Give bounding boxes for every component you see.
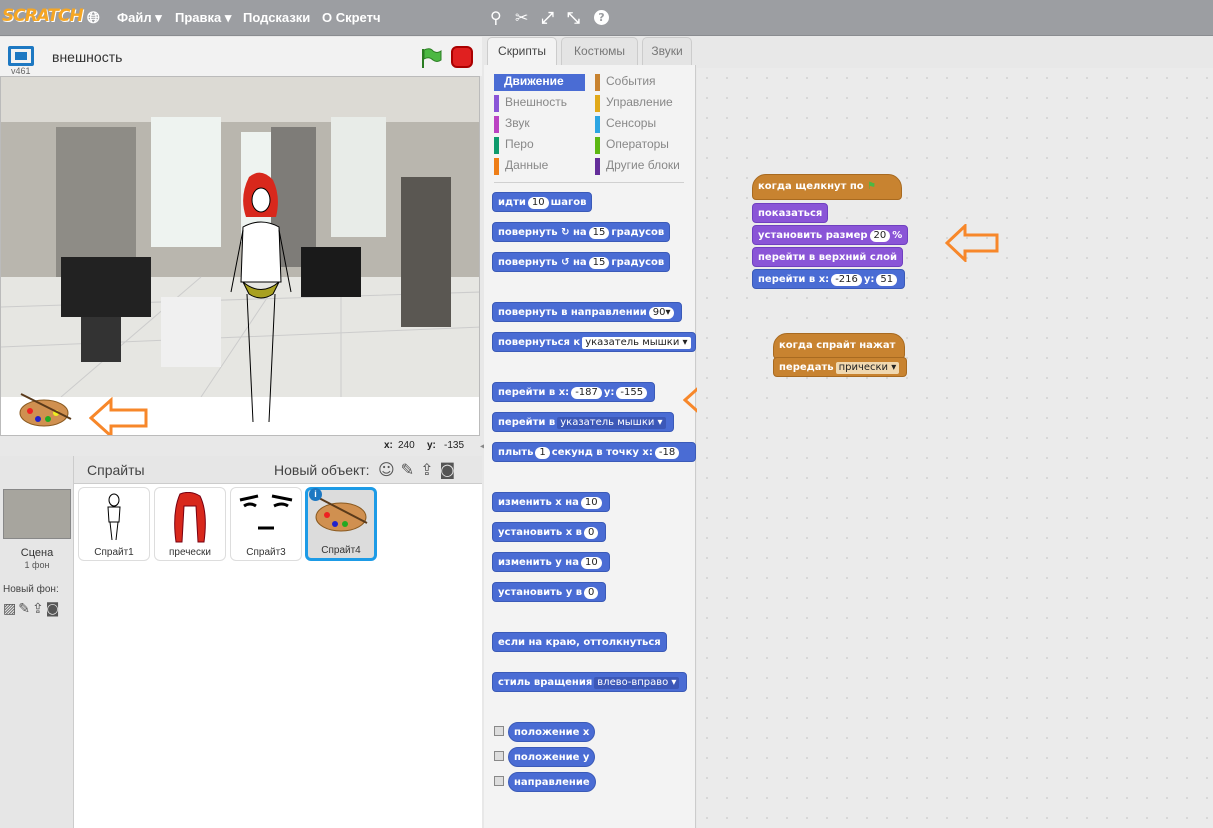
shrink-icon[interactable]: ⤡: [567, 8, 580, 28]
tab-costumes[interactable]: Костюмы: [561, 37, 638, 65]
checkbox-x-position[interactable]: [494, 726, 504, 736]
category-events[interactable]: События: [595, 74, 656, 91]
fullscreen-icon[interactable]: [8, 46, 34, 66]
palette-sprite[interactable]: [16, 389, 76, 429]
x-label: x:: [384, 440, 393, 451]
block-set-size[interactable]: установить размер 20%: [752, 225, 909, 245]
scene-backdrop-count: 1 фон: [24, 560, 50, 570]
duplicate-icon[interactable]: ⚲: [490, 8, 502, 27]
sprite-thumb-1[interactable]: Спрайт1: [78, 487, 150, 561]
scratch-logo[interactable]: SCRATCH: [2, 6, 84, 26]
category-operators[interactable]: Операторы: [595, 137, 669, 154]
sprites-title: Спрайты: [87, 462, 145, 478]
category-pen[interactable]: Перо: [494, 137, 534, 154]
category-motion[interactable]: Движение: [494, 74, 585, 91]
block-move[interactable]: идти 10 шагов: [492, 192, 593, 212]
sprite-thumb-2-label: пречески: [169, 547, 211, 558]
new-sprite-tools[interactable]: ☺✎⇪◙: [378, 460, 461, 479]
palette-divider: [494, 182, 684, 183]
block-when-sprite-clicked[interactable]: когда спрайт нажат: [773, 333, 905, 359]
block-goto-xy[interactable]: перейти в x: -187 y: -155: [492, 382, 656, 402]
block-rotation-style[interactable]: стиль вращения влево-вправо ▾: [492, 672, 688, 692]
rotate-cw-icon: ↻: [561, 227, 570, 238]
category-sensing[interactable]: Сенсоры: [595, 116, 656, 133]
stop-icon[interactable]: [451, 46, 473, 68]
category-more-blocks[interactable]: Другие блоки: [595, 158, 680, 175]
block-point-direction[interactable]: повернуть в направлении 90▾: [492, 302, 683, 322]
block-goto[interactable]: перейти в указатель мышки ▾: [492, 412, 674, 432]
reporter-direction[interactable]: направление: [508, 772, 596, 792]
stage-header: внешность: [0, 37, 482, 76]
block-point-towards[interactable]: повернуться к указатель мышки ▾: [492, 332, 696, 352]
block-when-flag-clicked[interactable]: когда щелкнут по ⚑: [752, 174, 902, 200]
sprite-thumb-4[interactable]: i Спрайт4: [305, 487, 377, 561]
rotate-ccw-icon: ↺: [561, 257, 570, 268]
globe-icon[interactable]: 🌐︎: [87, 8, 100, 28]
category-data[interactable]: Данные: [494, 158, 548, 175]
green-flag-icon[interactable]: [420, 47, 442, 69]
stage[interactable]: [0, 76, 480, 436]
block-turn-left[interactable]: повернуть ↺ на 15 градусов: [492, 252, 671, 272]
new-object-label: Новый объект:: [274, 462, 370, 478]
block-change-x[interactable]: изменить х на 10: [492, 492, 610, 512]
delete-icon[interactable]: ✂: [515, 8, 528, 27]
help-icon[interactable]: ?: [594, 10, 609, 25]
checkbox-y-position[interactable]: [494, 751, 504, 761]
y-value: -135: [444, 440, 465, 451]
scene-thumbnail[interactable]: [3, 489, 71, 539]
block-turn-right[interactable]: повернуть ↻ на 15 градусов: [492, 222, 671, 242]
block-script-goto-xy[interactable]: перейти в x: -216 y: 51: [752, 269, 906, 289]
girl-sprite[interactable]: [221, 172, 301, 432]
block-glide[interactable]: плыть 1 секунд в точку x: -18: [492, 442, 696, 462]
block-set-y[interactable]: установить у в0: [492, 582, 607, 602]
menu-edit[interactable]: Правка ▾: [175, 10, 231, 26]
block-set-x[interactable]: установить х в0: [492, 522, 607, 542]
sprite-thumb-3[interactable]: Спрайт3: [230, 487, 302, 561]
menu-bar: SCRATCH 🌐︎ Файл ▾ Правка ▾ Подсказки О С…: [0, 0, 1213, 36]
category-sound[interactable]: Звук: [494, 116, 530, 133]
menu-tips[interactable]: Подсказки: [243, 10, 310, 25]
grow-icon[interactable]: ⤢: [541, 8, 554, 28]
block-bounce[interactable]: если на краю, оттолкнуться: [492, 632, 667, 652]
menu-about[interactable]: О Скретч: [322, 10, 381, 25]
reporter-y-position[interactable]: положение y: [508, 747, 596, 767]
orange-arrow-stage: [89, 397, 148, 435]
scratch-editor: SCRATCH 🌐︎ Файл ▾ Правка ▾ Подсказки О С…: [0, 0, 1213, 828]
version-label: v461: [11, 66, 31, 76]
category-looks[interactable]: Внешность: [494, 95, 567, 112]
info-icon[interactable]: i: [309, 488, 322, 501]
sprite-thumb-1-label: Спрайт1: [94, 547, 134, 558]
orange-arrow-scripts: [945, 224, 999, 262]
reporter-x-position[interactable]: положение x: [508, 722, 596, 742]
new-backdrop-label: Новый фон:: [3, 584, 59, 595]
x-value: 240: [398, 440, 415, 451]
checkbox-direction[interactable]: [494, 776, 504, 786]
block-show[interactable]: показаться: [752, 203, 829, 223]
tab-sounds[interactable]: Звуки: [642, 37, 692, 65]
sprite-thumb-2[interactable]: пречески: [154, 487, 226, 561]
scene-label: Сцена: [20, 547, 54, 559]
green-flag-icon: ⚑: [867, 181, 877, 192]
category-control[interactable]: Управление: [595, 95, 673, 112]
y-label: y:: [427, 440, 436, 451]
block-broadcast[interactable]: передать прически ▾: [773, 357, 908, 377]
block-go-to-front[interactable]: перейти в верхний слой: [752, 247, 903, 267]
sprite-thumb-4-label: Спрайт4: [321, 545, 361, 556]
block-change-y[interactable]: изменить у на 10: [492, 552, 610, 572]
menu-file[interactable]: Файл ▾: [117, 10, 162, 26]
sprite-thumb-3-label: Спрайт3: [246, 547, 286, 558]
tab-scripts[interactable]: Скрипты: [487, 37, 557, 66]
backdrop-tools[interactable]: ▨✎⇪◙: [3, 601, 61, 617]
sprite-name: внешность: [52, 49, 123, 65]
